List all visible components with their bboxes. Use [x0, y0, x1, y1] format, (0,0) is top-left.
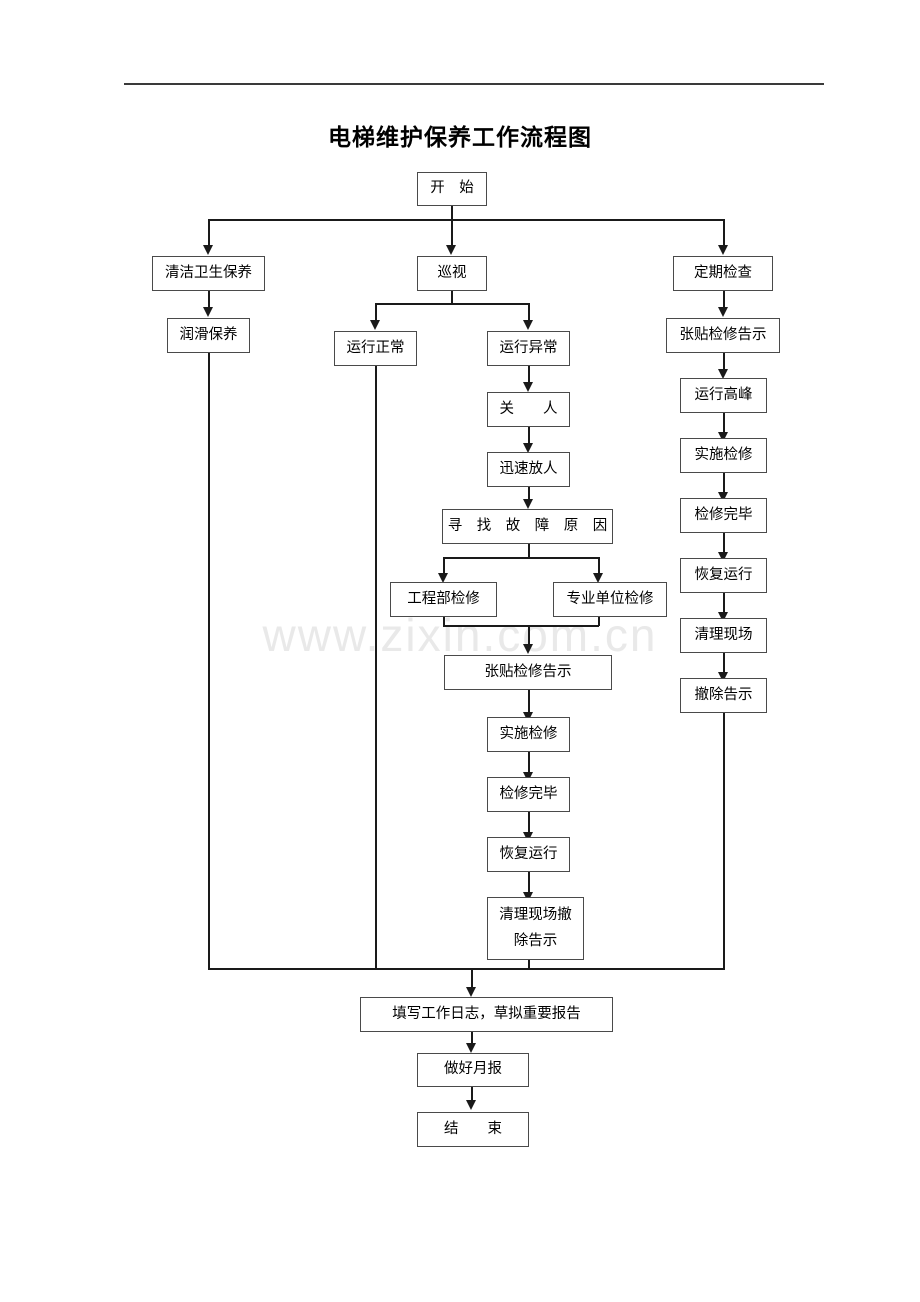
edge-findcause-down [528, 544, 530, 558]
node-find-fault-cause: 寻 找 故 障 原 因 [442, 509, 613, 544]
edge-repair-split-bar [443, 557, 599, 559]
edge-inspection-to-postnotice [723, 291, 725, 308]
node-monthly-report-label: 做好月报 [444, 1061, 502, 1078]
node-write-log-label: 填写工作日志，草拟重要报告 [392, 1005, 581, 1022]
arrow-to-cleaning [203, 245, 213, 255]
node-branch-patrol-label: 巡视 [437, 264, 467, 281]
arrow-to-running-abnormal [523, 320, 533, 330]
arrow-merge-to-post-notice [523, 644, 533, 654]
edge-running-normal-to-merge [375, 366, 377, 969]
node-implement-repair-mid-label: 实施检修 [499, 725, 558, 742]
arrow-writelog-to-monthly [466, 1043, 476, 1053]
edge-merge-to-writelog [471, 968, 473, 988]
node-resume-operation-right: 恢复运行 [680, 558, 767, 593]
arrow-to-running-normal [370, 320, 380, 330]
node-implement-repair-right: 实施检修 [680, 438, 767, 473]
page-title: 电梯维护保养工作流程图 [328, 125, 592, 150]
node-lubrication-label: 润滑保养 [179, 326, 238, 343]
edge-start-down [451, 206, 453, 220]
node-lubrication: 润滑保养 [167, 318, 250, 353]
header-rule [124, 83, 824, 85]
edge-cleaning-to-lubrication [208, 291, 210, 308]
node-resume-operation-mid-label: 恢复运行 [499, 845, 558, 862]
node-running-abnormal-label: 运行异常 [499, 339, 558, 356]
edge-to-inspection [723, 219, 725, 246]
arrow-monthly-to-end [466, 1100, 476, 1110]
node-find-fault-cause-label: 寻 找 故 障 原 因 [447, 517, 608, 534]
node-branch-cleaning: 清洁卫生保养 [152, 256, 265, 291]
node-repair-complete-mid-label: 检修完毕 [499, 785, 558, 802]
node-write-log: 填写工作日志，草拟重要报告 [360, 997, 613, 1032]
node-repair-complete-right-label: 检修完毕 [694, 506, 753, 523]
edge-start-split-bar [208, 219, 724, 221]
arrow-cleaning-to-lubrication [203, 307, 213, 317]
edge-merge-to-post-notice [528, 625, 530, 645]
node-clean-remove-notice-line1: 清理现场撤 [499, 907, 572, 924]
edge-to-engineering-repair [443, 557, 445, 574]
node-implement-repair-mid: 实施检修 [487, 717, 570, 752]
edge-to-patrol [451, 219, 453, 246]
edge-trapped-to-release [528, 427, 530, 444]
node-end-label: 结 束 [444, 1120, 502, 1137]
edge-lubrication-to-merge [208, 353, 210, 969]
node-running-normal: 运行正常 [334, 331, 417, 366]
node-trapped-person: 关 人 [487, 392, 570, 427]
node-running-normal-label: 运行正常 [346, 339, 405, 356]
node-branch-inspection: 定期检查 [673, 256, 773, 291]
node-start-label: 开 始 [430, 180, 474, 197]
arrow-merge-to-writelog [466, 987, 476, 997]
node-implement-repair-right-label: 实施检修 [694, 446, 753, 463]
arrow-abnormal-to-trapped [523, 382, 533, 392]
node-quick-release-label: 迅速放人 [499, 460, 558, 477]
arrow-to-patrol [446, 245, 456, 255]
node-professional-repair-label: 专业单位检修 [566, 590, 654, 607]
edge-to-professional-repair [598, 557, 600, 574]
edge-patrol-split-bar [375, 303, 529, 305]
flowchart-page: www.zixin.com.cn 电梯维护保养工作流程图 开 始 清洁卫生保养 … [0, 0, 920, 1302]
node-resume-operation-right-label: 恢复运行 [694, 566, 753, 583]
node-engineering-repair: 工程部检修 [390, 582, 497, 617]
node-engineering-repair-label: 工程部检修 [407, 590, 480, 607]
node-post-notice-right-label: 张贴检修告示 [679, 326, 767, 343]
arrow-inspection-to-postnotice [718, 307, 728, 317]
node-end: 结 束 [417, 1112, 529, 1147]
node-quick-release: 迅速放人 [487, 452, 570, 487]
edge-repair-merge-bar [443, 625, 599, 627]
node-post-notice-mid: 张贴检修告示 [444, 655, 612, 690]
node-clean-remove-notice-line2: 除告示 [513, 932, 558, 949]
node-professional-repair: 专业单位检修 [553, 582, 667, 617]
node-peak-operation: 运行高峰 [680, 378, 767, 413]
node-clean-site-right-label: 清理现场 [694, 626, 753, 643]
node-branch-cleaning-label: 清洁卫生保养 [165, 264, 252, 281]
edge-removenotice-to-merge [723, 713, 725, 969]
edge-monthly-to-end [471, 1087, 473, 1101]
node-clean-site-right: 清理现场 [680, 618, 767, 653]
edge-bottom-merge-bar [208, 968, 725, 970]
edge-to-running-abnormal [528, 303, 530, 321]
node-running-abnormal: 运行异常 [487, 331, 570, 366]
node-repair-complete-mid: 检修完毕 [487, 777, 570, 812]
node-trapped-person-label: 关 人 [499, 400, 558, 417]
node-start: 开 始 [417, 172, 487, 206]
node-clean-remove-notice: 清理现场撤 除告示 [487, 897, 584, 960]
node-branch-patrol: 巡视 [417, 256, 487, 291]
node-monthly-report: 做好月报 [417, 1053, 529, 1087]
edge-postnotice-to-implement-mid [528, 690, 530, 714]
node-branch-inspection-label: 定期检查 [694, 264, 752, 281]
arrow-to-inspection [718, 245, 728, 255]
edge-to-cleaning [208, 219, 210, 246]
node-remove-notice-right: 撤除告示 [680, 678, 767, 713]
node-post-notice-right: 张贴检修告示 [666, 318, 780, 353]
node-repair-complete-right: 检修完毕 [680, 498, 767, 533]
arrow-release-to-findcause [523, 499, 533, 509]
node-post-notice-mid-label: 张贴检修告示 [484, 663, 572, 680]
node-peak-operation-label: 运行高峰 [694, 386, 753, 403]
node-resume-operation-mid: 恢复运行 [487, 837, 570, 872]
node-remove-notice-right-label: 撤除告示 [694, 686, 753, 703]
edge-to-running-normal [375, 303, 377, 321]
edge-abnormal-to-trapped [528, 366, 530, 383]
